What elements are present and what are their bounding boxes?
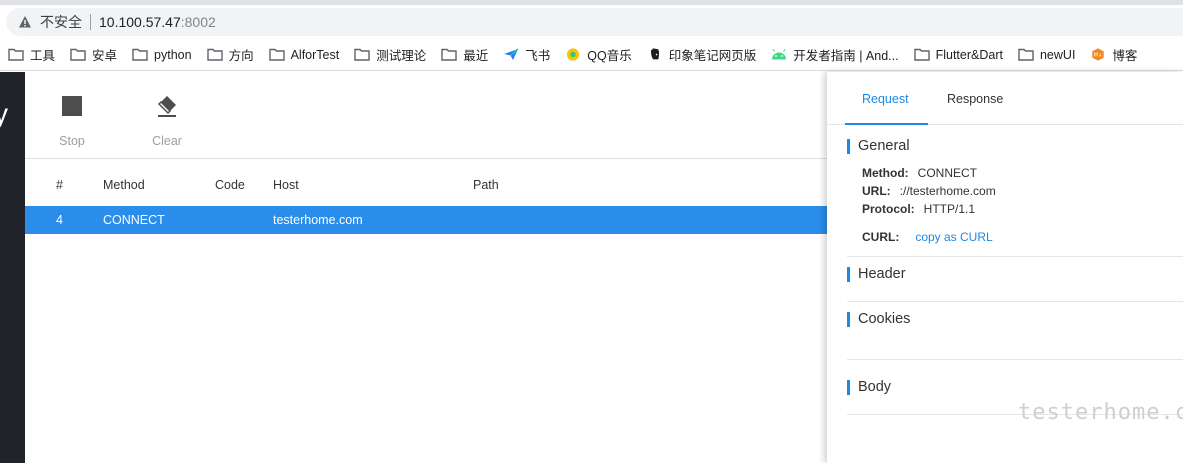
method-value: CONNECT bbox=[917, 166, 977, 180]
bookmark-item[interactable]: 工具 bbox=[8, 45, 55, 64]
active-tab-indicator bbox=[845, 123, 928, 125]
bookmark-label: 开发者指南 | And... bbox=[793, 49, 899, 63]
general-protocol: Protocol: HTTP/1.1 bbox=[862, 202, 975, 216]
section-header[interactable]: Header bbox=[847, 267, 906, 282]
divider bbox=[847, 359, 1183, 360]
folder-icon bbox=[8, 48, 24, 61]
tab-response[interactable]: Response bbox=[947, 92, 1003, 106]
folder-icon bbox=[268, 48, 285, 61]
section-cookies[interactable]: Cookies bbox=[847, 312, 910, 327]
security-label[interactable]: 不安全 bbox=[40, 12, 82, 32]
folder-icon bbox=[1018, 48, 1034, 61]
url-value: ://testerhome.com bbox=[899, 184, 996, 198]
bookmark-label: 最近 bbox=[463, 49, 489, 63]
stop-button[interactable]: Stop bbox=[42, 94, 102, 148]
bookmark-item[interactable]: 最近 bbox=[441, 45, 488, 64]
warning-icon[interactable] bbox=[18, 15, 32, 29]
bookmarks-bar: 工具 安卓 python 方向 AlforTest 测试理论 最近 飞书 QQ音乐 印象笔记网页版… bbox=[0, 39, 1183, 71]
bookmark-label: Flutter&Dart bbox=[935, 47, 1003, 62]
method-key: Method: bbox=[862, 166, 909, 180]
bookmark-item[interactable]: 测试理论 bbox=[354, 45, 426, 64]
col-path[interactable]: Path bbox=[473, 178, 499, 192]
bookmark-label: AlforTest bbox=[290, 47, 340, 62]
feishu-icon bbox=[503, 48, 519, 61]
section-body[interactable]: Body bbox=[847, 380, 891, 395]
section-general[interactable]: General bbox=[847, 139, 910, 154]
curl-key: CURL: bbox=[862, 230, 900, 244]
folder-icon bbox=[70, 48, 86, 61]
general-url: URL: ://testerhome.com bbox=[862, 184, 996, 198]
general-method: Method: CONNECT bbox=[862, 166, 977, 180]
app-sidebar: y bbox=[0, 72, 25, 463]
bookmark-label: newUI bbox=[1039, 47, 1076, 62]
col-method[interactable]: Method bbox=[103, 178, 145, 192]
bookmark-label: 工具 bbox=[30, 49, 56, 63]
bookmark-label: QQ音乐 bbox=[587, 49, 632, 63]
bookmark-label: 测试理论 bbox=[376, 49, 427, 63]
url-field[interactable]: 不安全 10.100.57.47 :8002 bbox=[6, 8, 1183, 36]
row-host: testerhome.com bbox=[273, 213, 363, 227]
table-row[interactable]: 4 CONNECT testerhome.com bbox=[25, 206, 827, 234]
url-port: :8002 bbox=[180, 14, 216, 30]
col-code[interactable]: Code bbox=[215, 178, 245, 192]
table-header: # Method Code Host Path bbox=[25, 172, 827, 198]
bookmark-label: python bbox=[154, 47, 192, 62]
protocol-key: Protocol: bbox=[862, 202, 915, 216]
clear-label: Clear bbox=[152, 134, 182, 148]
eraser-icon bbox=[157, 96, 176, 117]
clear-button[interactable]: Clear bbox=[137, 94, 197, 148]
svg-text:M↓: M↓ bbox=[1094, 53, 1102, 59]
protocol-value: HTTP/1.1 bbox=[923, 202, 976, 216]
stop-label: Stop bbox=[59, 134, 85, 148]
general-curl: CURL: copy as CURL bbox=[862, 230, 993, 244]
qqmusic-icon bbox=[565, 48, 581, 61]
bookmark-label: 方向 bbox=[228, 49, 254, 63]
brand-fragment: y bbox=[0, 98, 8, 129]
bookmark-item[interactable]: Flutter&Dart bbox=[913, 47, 1003, 62]
divider bbox=[847, 301, 1183, 302]
bookmark-item[interactable]: 飞书 bbox=[503, 45, 550, 64]
bookmark-item[interactable]: 安卓 bbox=[70, 45, 117, 64]
folder-icon bbox=[206, 48, 223, 61]
bookmark-item[interactable]: QQ音乐 bbox=[565, 45, 632, 64]
detail-tabs: Request Response bbox=[827, 72, 1183, 125]
stop-icon bbox=[62, 96, 82, 116]
folder-icon bbox=[441, 48, 457, 61]
blog-icon: M↓ bbox=[1090, 48, 1106, 61]
toolbar: Stop Clear bbox=[25, 72, 827, 159]
url-key: URL: bbox=[862, 184, 891, 198]
watermark: testerhome.com bbox=[1018, 400, 1183, 425]
bookmark-item[interactable]: 方向 bbox=[206, 45, 254, 64]
bookmark-label: 安卓 bbox=[92, 49, 118, 63]
copy-curl-link[interactable]: copy as CURL bbox=[915, 230, 992, 244]
address-bar: 不安全 10.100.57.47 :8002 bbox=[0, 5, 1183, 39]
android-icon bbox=[771, 48, 787, 61]
tab-request[interactable]: Request bbox=[862, 92, 909, 106]
bookmark-item[interactable]: newUI bbox=[1018, 48, 1075, 62]
bookmark-item[interactable]: 印象笔记网页版 bbox=[647, 45, 757, 64]
folder-icon bbox=[913, 48, 930, 61]
bookmark-item[interactable]: M↓ 博客 bbox=[1090, 45, 1137, 64]
folder-icon bbox=[132, 48, 148, 61]
row-method: CONNECT bbox=[103, 213, 165, 227]
divider bbox=[90, 14, 91, 30]
bookmark-label: 印象笔记网页版 bbox=[668, 49, 757, 63]
bookmark-item[interactable]: 开发者指南 | And... bbox=[771, 45, 899, 64]
bookmark-label: 博客 bbox=[1112, 49, 1138, 63]
bookmark-item[interactable]: AlforTest bbox=[268, 47, 340, 62]
evernote-icon bbox=[647, 48, 663, 61]
url-host: 10.100.57.47 bbox=[99, 14, 181, 30]
bookmark-item[interactable]: python bbox=[132, 48, 192, 62]
bookmark-label: 飞书 bbox=[525, 49, 551, 63]
col-host[interactable]: Host bbox=[273, 178, 299, 192]
col-num[interactable]: # bbox=[56, 178, 63, 192]
row-num: 4 bbox=[56, 213, 63, 227]
folder-icon bbox=[354, 48, 370, 61]
divider bbox=[847, 256, 1183, 257]
